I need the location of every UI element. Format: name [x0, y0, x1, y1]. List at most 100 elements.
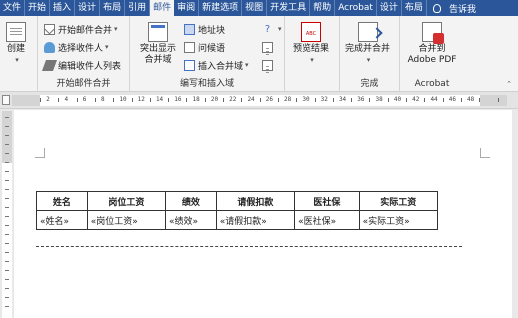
ruler-number: 28: [284, 96, 292, 103]
merge-field-cell[interactable]: «请假扣款»: [215, 210, 296, 230]
ruler-tick: [5, 189, 9, 190]
ribbon-tab[interactable]: 视图: [242, 0, 268, 16]
ruler-tick: [5, 261, 9, 262]
chevron-down-icon: ▾: [278, 25, 282, 33]
ribbon-tab[interactable]: 设计: [75, 0, 101, 16]
merge-table[interactable]: 姓名 岗位工资 绩效 请假扣款 医社保 实际工资 «姓名» «岗位工资» «绩效» «请假扣款»…: [36, 191, 439, 230]
rules-icon: ?: [264, 23, 271, 35]
table-header-cell[interactable]: 姓名: [36, 191, 88, 211]
table-header-cell[interactable]: 绩效: [165, 191, 217, 211]
table-header-cell[interactable]: 实际工资: [358, 191, 439, 211]
ribbon-tab[interactable]: 设计: [377, 0, 402, 16]
ruler-tick: [241, 98, 243, 102]
ruler-number: 30: [302, 96, 310, 103]
ruler-tick: [149, 98, 151, 102]
greeting-line-button[interactable]: 问候语: [184, 40, 225, 54]
insert-field-icon: [184, 59, 195, 71]
chevron-down-icon: ▾: [245, 61, 249, 69]
ribbon-tab[interactable]: 新建选项: [199, 0, 243, 16]
ruler-tick: [5, 234, 9, 235]
merge-field-cell[interactable]: «实际工资»: [358, 210, 439, 230]
ribbon-tab[interactable]: 布局: [402, 0, 427, 16]
ruler-number: 26: [265, 96, 273, 103]
tell-me-box[interactable]: 告诉我: [432, 0, 476, 16]
ribbon-tab[interactable]: 帮助: [310, 0, 336, 16]
edit-recipient-list-button[interactable]: 编辑收件人列表: [41, 58, 121, 72]
create-button[interactable]: 创建 ▾: [6, 22, 26, 66]
ribbon-tab-bar: 文件 开始 插入 设计 布局 引用 邮件 审阅 新建选项 视图 开发工具 帮助 Acrobat 设计 布局 …: [0, 0, 518, 16]
ruler-number: 24: [247, 96, 255, 103]
rules-button[interactable]: ? ▾: [262, 22, 282, 36]
chevron-down-icon: ▾: [114, 25, 118, 33]
chevron-down-icon: ▾: [366, 56, 371, 64]
highlight-merge-fields-label: 突出显示 合并域: [139, 44, 176, 65]
ruler-number: 48: [467, 96, 475, 103]
tab-selector[interactable]: [2, 95, 10, 105]
ruler-tick: [58, 98, 60, 102]
address-block-button[interactable]: 地址块: [184, 22, 225, 36]
section-break-line: [36, 246, 462, 247]
ruler-tick: [5, 288, 9, 289]
ruler-tick: [76, 98, 78, 102]
highlight-merge-fields-button[interactable]: 突出显示 合并域: [136, 22, 180, 66]
ribbon-tab[interactable]: 开发工具: [267, 0, 311, 16]
ruler-tick: [5, 171, 9, 172]
pdf-icon: [422, 22, 444, 44]
ruler-tick: [406, 98, 407, 102]
match-fields-button[interactable]: [262, 40, 276, 54]
ruler-number: 2: [46, 96, 50, 103]
table-header-cell[interactable]: 岗位工资: [86, 191, 167, 211]
ruler-tick: [40, 98, 41, 102]
ruler-number: 38: [375, 96, 383, 103]
envelope-document-icon: [6, 22, 26, 42]
ruler-tick: [369, 98, 371, 102]
table-header-cell[interactable]: 医社保: [294, 191, 360, 211]
combine-to-pdf-button[interactable]: 合并到 Adobe PDF: [406, 22, 458, 66]
merge-field-cell[interactable]: «姓名»: [36, 210, 88, 230]
address-block-icon: [184, 23, 195, 35]
select-recipients-button[interactable]: 选择收件人 ▾: [44, 40, 109, 54]
ribbon-tab[interactable]: 邮件: [150, 0, 175, 16]
ribbon-tab[interactable]: 开始: [25, 0, 51, 16]
table-header-cell[interactable]: 请假扣款: [215, 191, 296, 211]
merge-field-cell[interactable]: «岗位工资»: [86, 210, 167, 230]
ruler-tick: [314, 98, 316, 102]
start-merge-button[interactable]: 开始邮件合并 ▾: [44, 22, 118, 36]
greeting-line-icon: [184, 41, 195, 53]
insert-merge-field-button[interactable]: 插入合并域 ▾: [184, 58, 249, 72]
update-labels-button[interactable]: [262, 58, 276, 72]
ribbon-tab[interactable]: 审阅: [174, 0, 200, 16]
mail-merge-icon: [44, 23, 55, 35]
ribbon-tab[interactable]: 引用: [125, 0, 151, 16]
finish-merge-icon: [357, 22, 378, 42]
merge-field-cell[interactable]: «绩效»: [165, 210, 217, 230]
finish-merge-button[interactable]: 完成并合并 ▾: [345, 22, 390, 66]
ruler-number: 10: [119, 96, 127, 103]
merge-field-cell[interactable]: «医社保»: [294, 210, 360, 230]
ruler-number: 22: [229, 96, 237, 103]
ribbon-tab[interactable]: Acrobat: [335, 0, 377, 16]
ruler-tick: [186, 98, 188, 102]
insert-merge-field-label: 插入合并域: [198, 61, 244, 72]
greeting-line-label: 问候语: [198, 43, 226, 54]
ruler-tick: [497, 98, 499, 102]
ruler-tick: [5, 162, 9, 163]
horizontal-ruler[interactable]: 2 4 6 8 10 12 14 16 18 20 22 24 26 28 30 32 34 36 38 40 42 44…: [12, 95, 507, 106]
ruler-tick: [168, 98, 170, 102]
collapse-ribbon-icon[interactable]: ⌃: [506, 80, 512, 88]
preview-results-label: 预览结果: [293, 44, 330, 54]
ruler-number: 36: [357, 96, 365, 103]
vertical-ruler[interactable]: [2, 111, 12, 318]
ruler-text-area: [2, 163, 12, 318]
group-start-merge-label: 开始邮件合并: [56, 79, 111, 89]
document-page[interactable]: 姓名 岗位工资 绩效 请假扣款 医社保 实际工资 «姓名» «岗位工资» «绩效» «请假扣款»…: [14, 110, 512, 318]
ribbon-tab[interactable]: 插入: [50, 0, 76, 16]
ribbon-tab[interactable]: 布局: [100, 0, 126, 16]
ribbon-tab[interactable]: 文件: [0, 0, 26, 16]
ruler-tick: [5, 243, 9, 244]
ruler-number: 42: [412, 96, 420, 103]
ruler-tick: [5, 279, 9, 280]
ruler-tick: [5, 144, 9, 145]
ruler-tick: [113, 98, 115, 102]
preview-results-button[interactable]: 预览结果 ▾: [293, 22, 329, 66]
